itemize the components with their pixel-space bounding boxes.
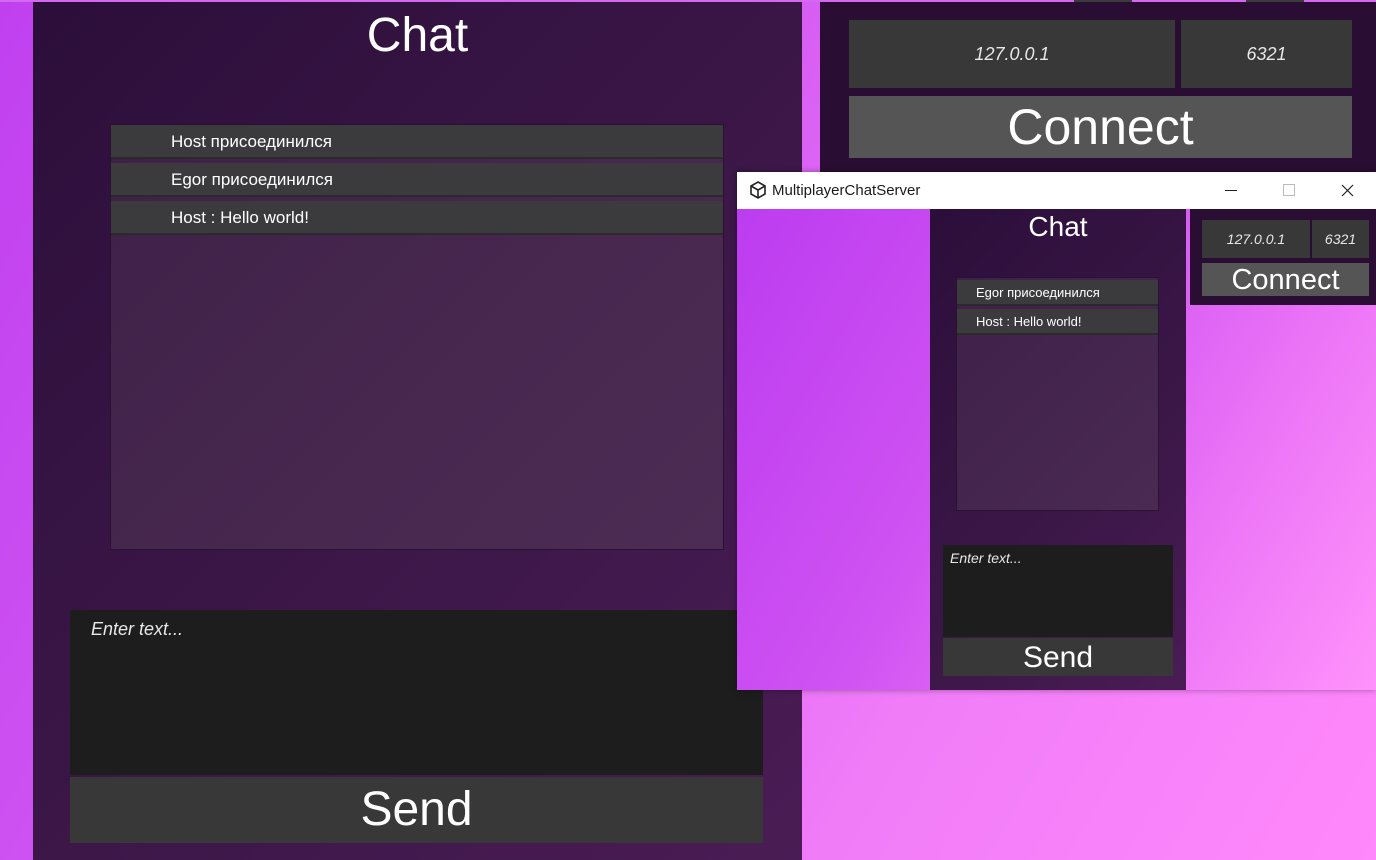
message-item: Egor присоединился xyxy=(111,163,723,197)
window-title: MultiplayerChatServer xyxy=(772,182,921,199)
send-button[interactable]: Send xyxy=(943,638,1173,676)
minimize-button[interactable] xyxy=(1202,172,1260,209)
port-input[interactable]: 6321 xyxy=(1181,20,1352,88)
message-item: Egor присоединился xyxy=(957,280,1158,306)
maximize-icon xyxy=(1283,184,1295,196)
port-input[interactable]: 6321 xyxy=(1312,220,1369,258)
connect-button[interactable]: Connect xyxy=(849,96,1352,158)
ip-address-input[interactable]: 127.0.0.1 xyxy=(1202,220,1310,258)
minimize-icon xyxy=(1225,190,1237,191)
top-strip-segment xyxy=(1246,0,1304,2)
chat-title: Chat xyxy=(1028,211,1088,242)
send-button[interactable]: Send xyxy=(70,777,763,843)
connect-button[interactable]: Connect xyxy=(1202,263,1369,296)
message-input[interactable]: Enter text... xyxy=(943,545,1173,637)
top-strip-segment xyxy=(1074,0,1132,2)
maximize-button[interactable] xyxy=(1260,172,1318,209)
message-item: Host : Hello world! xyxy=(111,201,723,235)
message-item: Host : Hello world! xyxy=(957,309,1158,335)
ip-address-input[interactable]: 127.0.0.1 xyxy=(849,20,1175,88)
message-input[interactable]: Enter text... xyxy=(70,610,763,775)
close-button[interactable] xyxy=(1318,172,1376,209)
chat-title: Chat xyxy=(366,9,469,62)
message-item: Host присоединился xyxy=(111,125,723,159)
message-log[interactable]: Host присоединился Egor присоединился Ho… xyxy=(110,124,724,550)
window-content: Chat Egor присоединился Host : Hello wor… xyxy=(737,209,1376,690)
unity-logo-icon xyxy=(749,181,767,204)
message-log[interactable]: Egor присоединился Host : Hello world! xyxy=(956,277,1159,511)
window-titlebar[interactable]: MultiplayerChatServer xyxy=(737,172,1376,209)
close-icon xyxy=(1341,184,1354,197)
server-window: MultiplayerChatServer Chat Egor присоеди… xyxy=(737,172,1376,690)
